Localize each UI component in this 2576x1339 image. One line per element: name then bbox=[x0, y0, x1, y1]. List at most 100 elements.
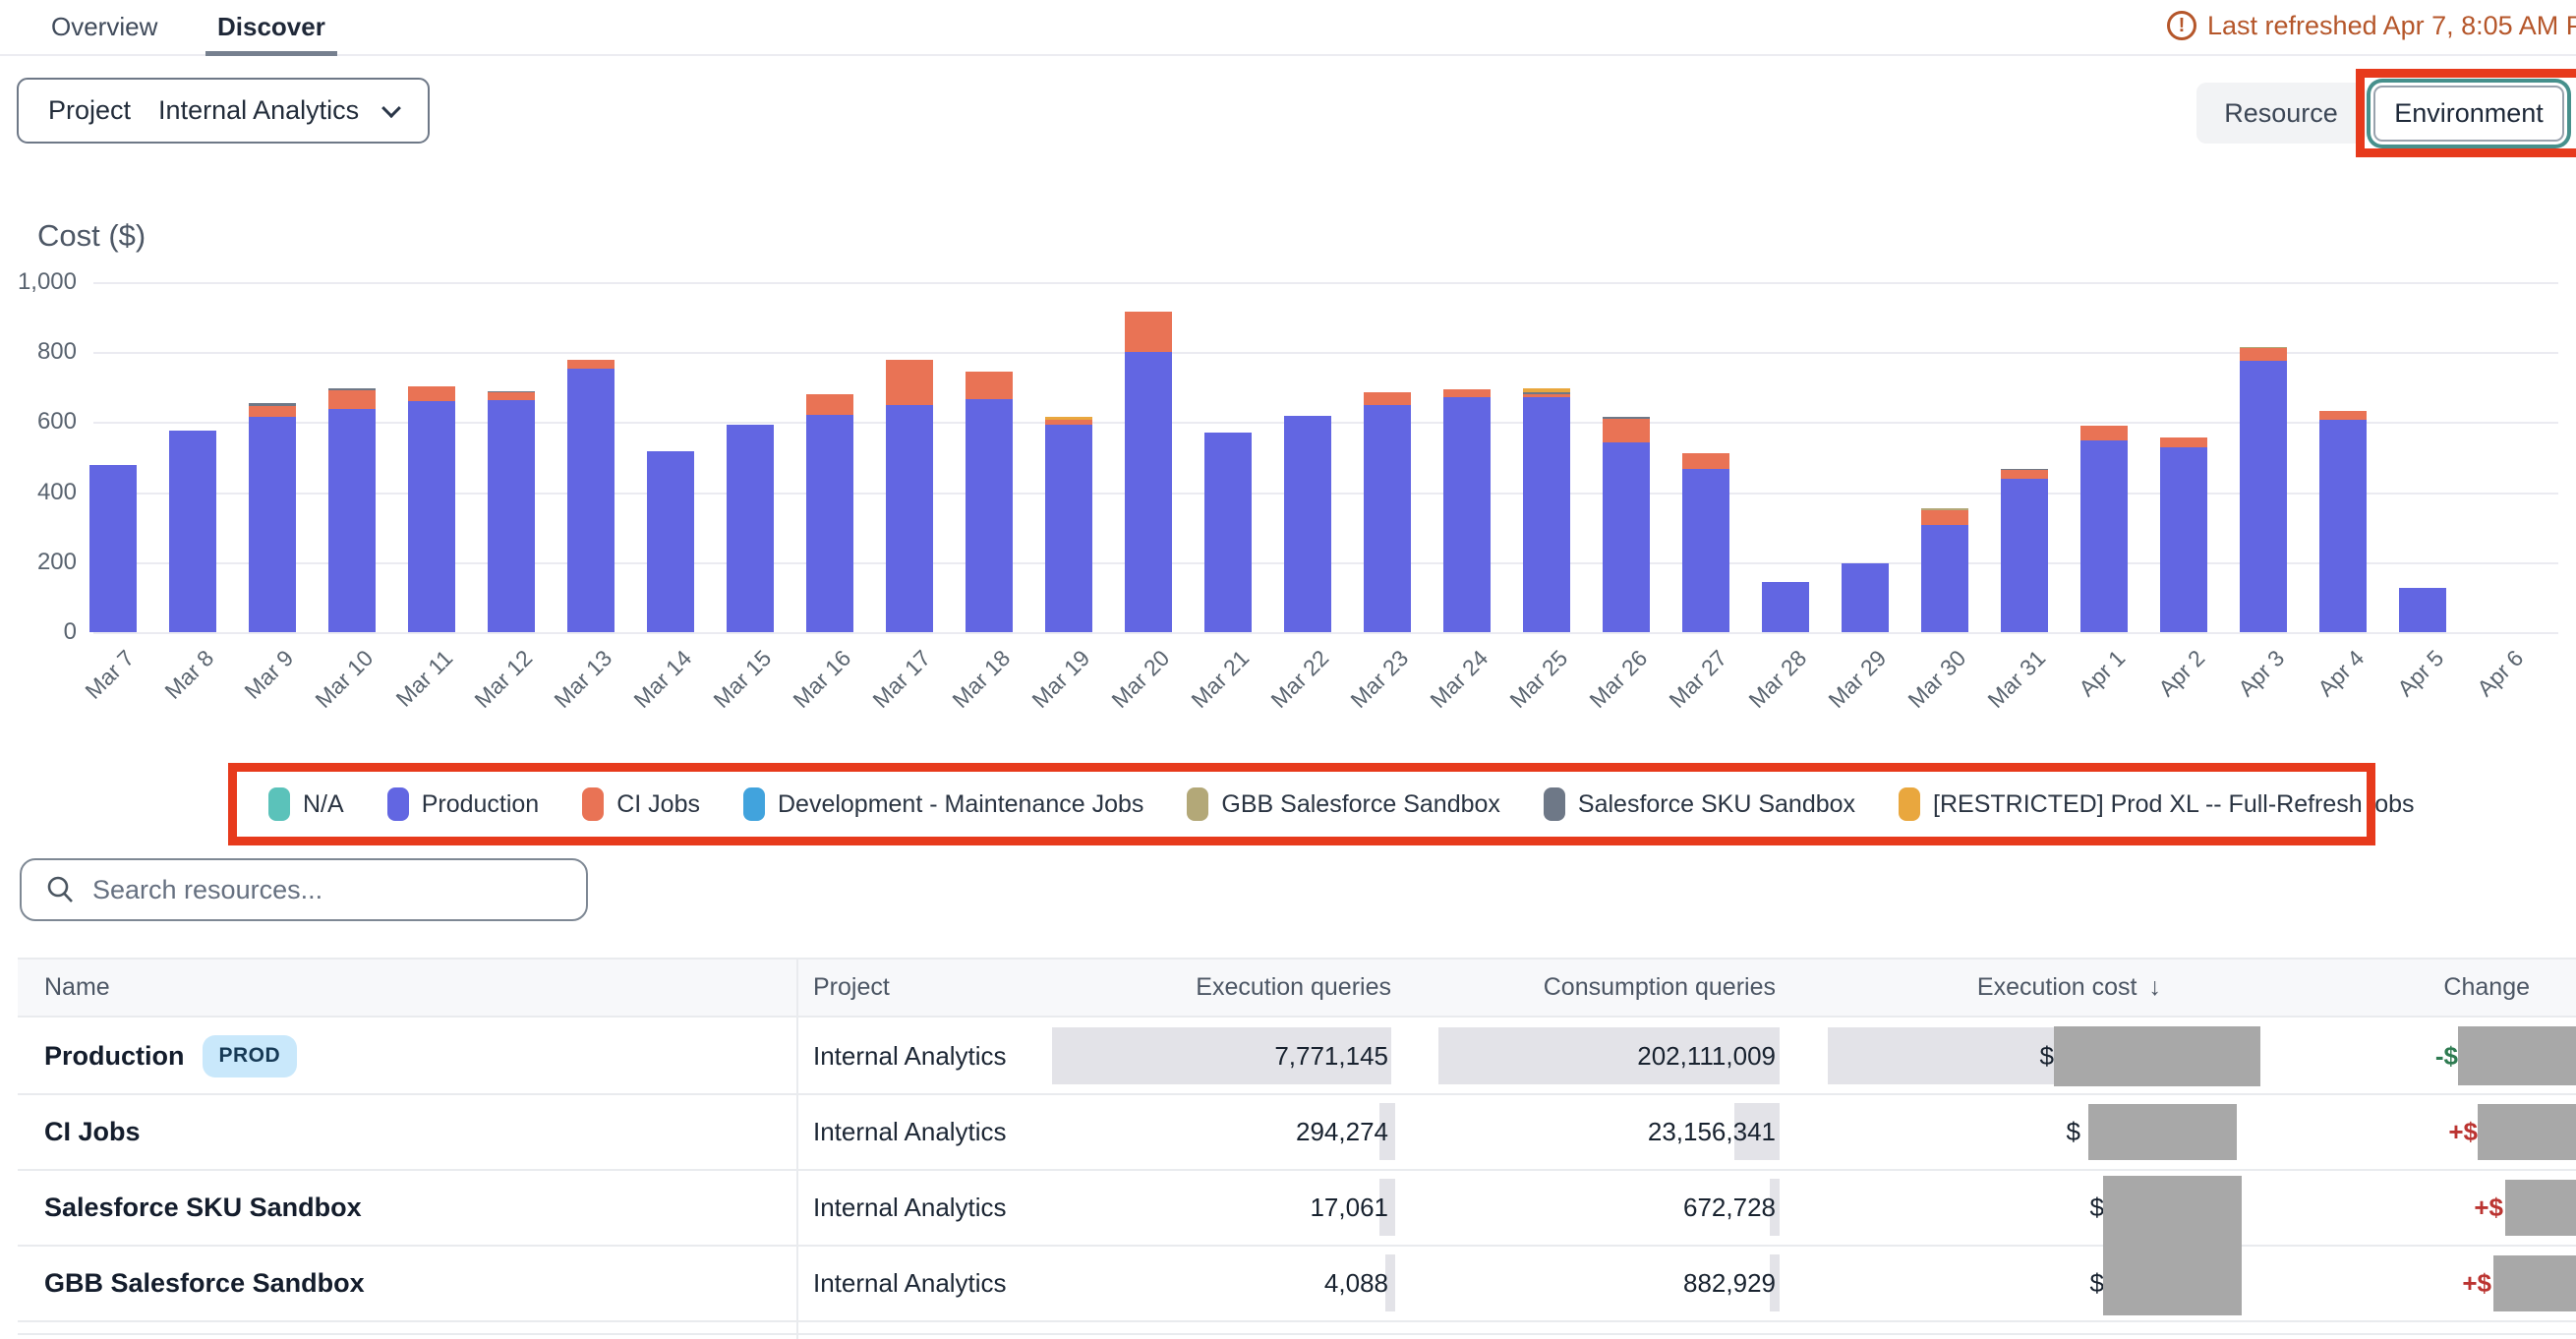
bar-segment-production[interactable] bbox=[1921, 525, 1968, 632]
bar-segment-salesforce-sku-sandbox[interactable] bbox=[249, 403, 296, 406]
legend-item[interactable]: GBB Salesforce Sandbox bbox=[1187, 787, 1500, 821]
bar-segment-production[interactable] bbox=[1523, 397, 1570, 632]
project-value: Internal Analytics bbox=[813, 1094, 1007, 1169]
bar-segment-production[interactable] bbox=[1603, 442, 1650, 632]
bar-segment-salesforce-sku-sandbox[interactable] bbox=[2001, 469, 2048, 470]
bar-segment-production[interactable] bbox=[1762, 582, 1809, 632]
bar-segment-production[interactable] bbox=[966, 399, 1013, 632]
column-header-execution-cost[interactable]: Execution cost ↓ bbox=[1866, 960, 2161, 1016]
bar-segment-production[interactable] bbox=[647, 451, 694, 632]
legend-item[interactable]: Development - Maintenance Jobs bbox=[743, 787, 1143, 821]
bar-segment-production[interactable] bbox=[1364, 405, 1411, 632]
bar-segment-salesforce-sku-sandbox[interactable] bbox=[1603, 417, 1650, 418]
bar-segment-salesforce-sku-sandbox[interactable] bbox=[1523, 392, 1570, 394]
bar-segment-production[interactable] bbox=[328, 409, 376, 632]
group-by-resource-button[interactable]: Resource bbox=[2196, 83, 2366, 144]
bar-segment-production[interactable] bbox=[806, 415, 853, 632]
legend-item[interactable]: N/A bbox=[268, 787, 344, 821]
redaction-block-cost bbox=[2054, 1026, 2260, 1086]
bar-segment-production[interactable] bbox=[1284, 416, 1331, 632]
bar-segment-production[interactable] bbox=[1125, 352, 1172, 632]
project-filter-value: Internal Analytics bbox=[158, 95, 359, 126]
bar-segment-salesforce-sku-sandbox[interactable] bbox=[328, 388, 376, 391]
bar-segment-production[interactable] bbox=[1204, 433, 1252, 632]
legend-item[interactable]: Production bbox=[387, 787, 540, 821]
y-axis-tick-label: 400 bbox=[2, 479, 77, 506]
bar-segment-ci-jobs[interactable] bbox=[408, 386, 455, 401]
bar-segment-ci-jobs[interactable] bbox=[2001, 470, 2048, 479]
bar-segment-ci-jobs[interactable] bbox=[567, 360, 615, 368]
bar-segment-production[interactable] bbox=[1045, 425, 1092, 632]
search-resources-input[interactable] bbox=[92, 875, 562, 905]
resource-name[interactable]: Production PROD bbox=[44, 1019, 297, 1093]
bar-segment-ci-jobs[interactable] bbox=[1603, 419, 1650, 442]
legend-swatch-icon bbox=[582, 787, 604, 821]
group-by-environment-button[interactable]: Environment bbox=[2373, 86, 2564, 142]
resource-name[interactable]: CI Jobs bbox=[44, 1094, 141, 1169]
column-header-consumption-queries[interactable]: Consumption queries bbox=[1443, 960, 1776, 1016]
table-row[interactable]: Production PROD Internal Analytics 7,771… bbox=[18, 1019, 2576, 1095]
bar-segment-ci-jobs[interactable] bbox=[1682, 453, 1729, 469]
change-value: +$ bbox=[2379, 1094, 2478, 1169]
project-filter-dropdown[interactable]: Project Internal Analytics bbox=[17, 78, 430, 144]
bar-segment-production[interactable] bbox=[89, 465, 137, 632]
column-header-name[interactable]: Name bbox=[44, 960, 110, 1016]
column-header-execution-queries[interactable]: Execution queries bbox=[1099, 960, 1391, 1016]
bar-segment-ci-jobs[interactable] bbox=[1125, 312, 1172, 352]
legend-item[interactable]: [RESTRICTED] Prod XL -- Full-Refresh job… bbox=[1899, 787, 2414, 821]
bar-segment-production[interactable] bbox=[2399, 588, 2446, 632]
bar-segment-ci-jobs[interactable] bbox=[2160, 437, 2207, 447]
column-header-change[interactable]: Change bbox=[2360, 960, 2530, 1016]
bar-segment-ci-jobs[interactable] bbox=[1045, 420, 1092, 425]
y-axis-tick-label: 800 bbox=[2, 338, 77, 366]
resource-name[interactable]: Salesforce SKU Sandbox bbox=[44, 1170, 362, 1245]
bar-segment-ci-jobs[interactable] bbox=[2080, 426, 2128, 440]
bar-segment-production[interactable] bbox=[886, 405, 933, 632]
tab-discover[interactable]: Discover bbox=[217, 0, 325, 54]
consumption-queries-value: 672,728 bbox=[1443, 1170, 1776, 1245]
bar-segment-ci-jobs[interactable] bbox=[2319, 411, 2367, 420]
project-value: Internal Analytics bbox=[813, 1246, 1007, 1320]
consumption-queries-value: 882,929 bbox=[1443, 1246, 1776, 1320]
bar-segment-ci-jobs[interactable] bbox=[328, 390, 376, 408]
bar-segment-gbb-salesforce-sandbox[interactable] bbox=[2240, 347, 2287, 348]
bar-segment-production[interactable] bbox=[567, 369, 615, 632]
bar-segment-production[interactable] bbox=[727, 425, 774, 632]
bar-segment-production[interactable] bbox=[408, 401, 455, 632]
bar-segment-ci-jobs[interactable] bbox=[1364, 392, 1411, 404]
bar-segment-production[interactable] bbox=[2001, 479, 2048, 632]
bar-segment-salesforce-sku-sandbox[interactable] bbox=[488, 391, 535, 393]
bar-segment-production[interactable] bbox=[249, 417, 296, 632]
bar-segment-ci-jobs[interactable] bbox=[886, 360, 933, 405]
bar-segment-production[interactable] bbox=[1682, 469, 1729, 632]
bar-segment-production[interactable] bbox=[1443, 397, 1491, 632]
bar-segment-production[interactable] bbox=[488, 400, 535, 632]
bar-segment-ci-jobs[interactable] bbox=[488, 392, 535, 399]
tab-overview[interactable]: Overview bbox=[51, 0, 157, 54]
bar-segment--restricted-prod-xl-full-refresh-jobs[interactable] bbox=[1523, 388, 1570, 392]
sort-descending-icon[interactable]: ↓ bbox=[2149, 973, 2162, 1002]
column-header-project[interactable]: Project bbox=[813, 960, 890, 1016]
bar-segment-ci-jobs[interactable] bbox=[966, 372, 1013, 398]
bar-segment-ci-jobs[interactable] bbox=[2240, 348, 2287, 362]
legend-item[interactable]: CI Jobs bbox=[582, 787, 700, 821]
bar-segment-production[interactable] bbox=[169, 431, 216, 632]
bar-segment--restricted-prod-xl-full-refresh-jobs[interactable] bbox=[1045, 417, 1092, 420]
legend-label: CI Jobs bbox=[616, 790, 700, 819]
bar-segment-gbb-salesforce-sandbox[interactable] bbox=[1921, 508, 1968, 510]
bar-segment-production[interactable] bbox=[2080, 440, 2128, 632]
bar-segment-production[interactable] bbox=[2319, 420, 2367, 632]
resource-name[interactable]: GBB Salesforce Sandbox bbox=[44, 1246, 365, 1320]
bar-segment-production[interactable] bbox=[2240, 361, 2287, 632]
bar-segment-production[interactable] bbox=[2160, 447, 2207, 632]
table-row[interactable]: CI Jobs Internal Analytics 294,274 23,15… bbox=[18, 1094, 2576, 1171]
bar-segment-ci-jobs[interactable] bbox=[1523, 394, 1570, 398]
legend-item[interactable]: Salesforce SKU Sandbox bbox=[1544, 787, 1855, 821]
bar-segment-ci-jobs[interactable] bbox=[1921, 510, 1968, 525]
bar-segment-ci-jobs[interactable] bbox=[1443, 389, 1491, 398]
execution-queries-value: 7,771,145 bbox=[1099, 1019, 1388, 1093]
bar-segment-production[interactable] bbox=[1842, 563, 1889, 632]
bar-segment-ci-jobs[interactable] bbox=[249, 406, 296, 417]
change-value: +$ bbox=[2405, 1170, 2503, 1245]
bar-segment-ci-jobs[interactable] bbox=[806, 394, 853, 414]
